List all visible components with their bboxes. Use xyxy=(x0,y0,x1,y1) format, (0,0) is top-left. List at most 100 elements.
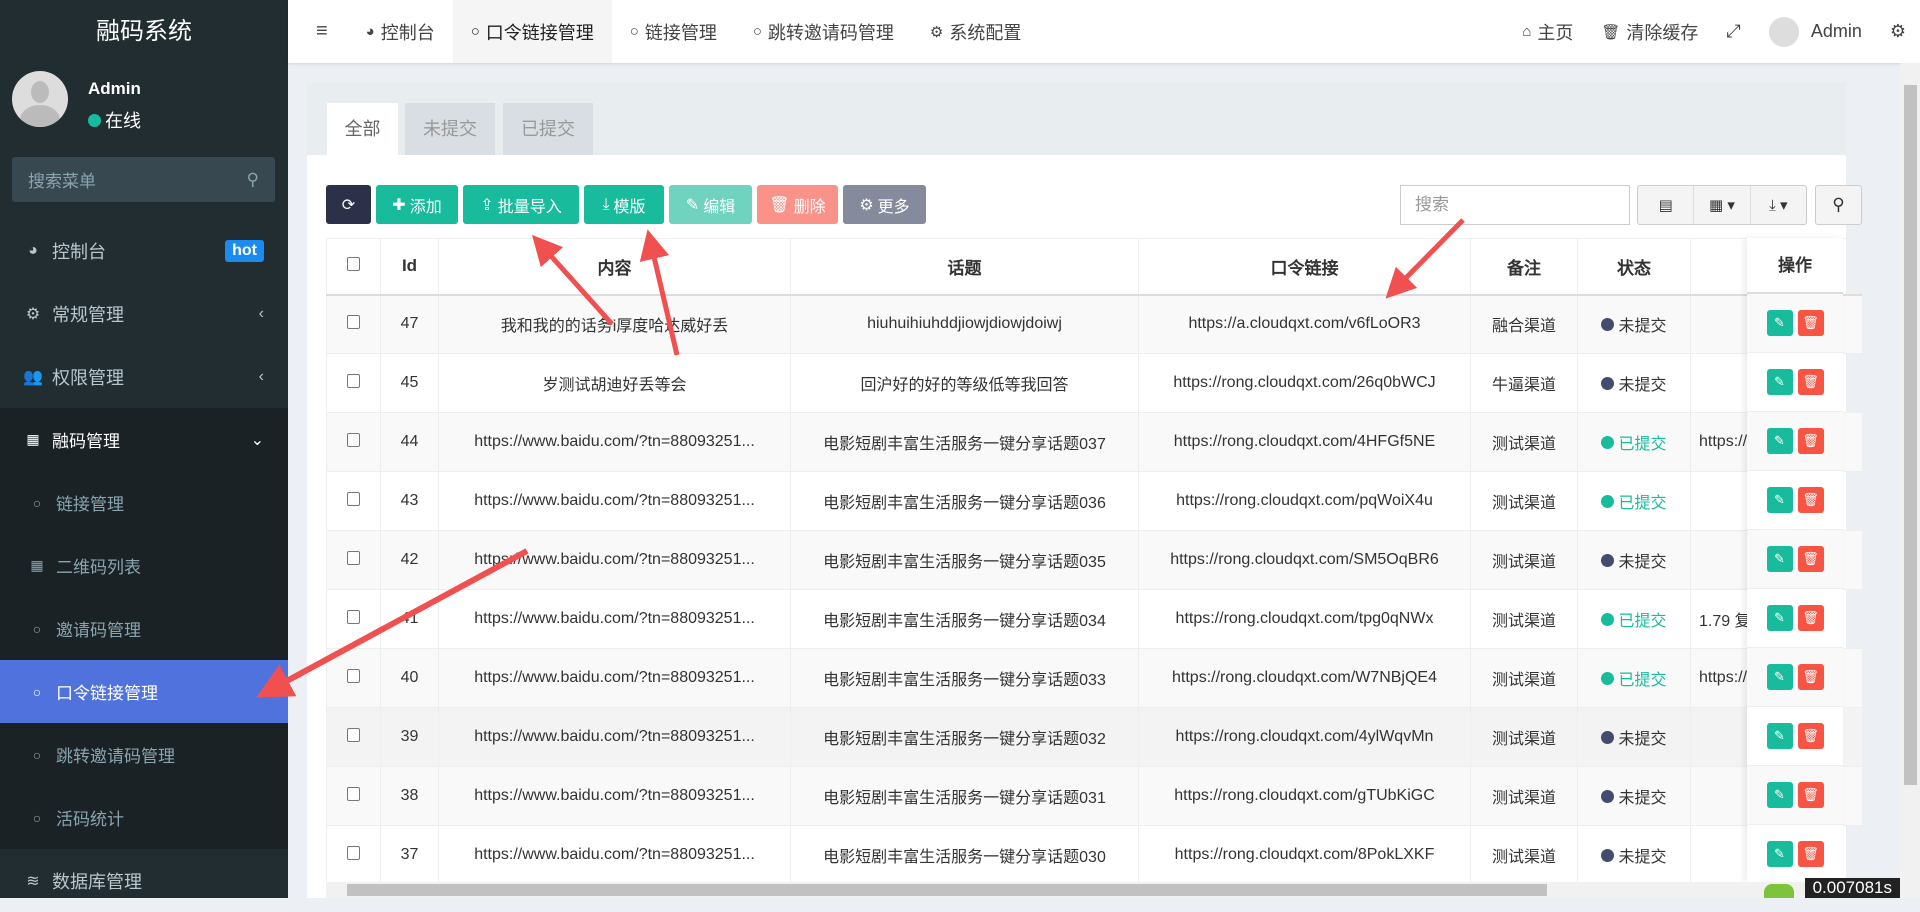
row-delete-button[interactable]: 🗑 xyxy=(1797,782,1824,808)
tab-unsubmitted[interactable]: 未提交 xyxy=(405,103,495,155)
table-row[interactable]: 45 岁测试胡迪好丢等会 回沪好的好的等级低等我回答 https://rong.clo… xyxy=(326,353,1862,413)
home-link[interactable]: ⌂ 主页 xyxy=(1508,0,1587,63)
sidebar-item-links[interactable]: ○ 链接管理 xyxy=(0,471,288,534)
sidebar-item-invite-codes[interactable]: ○ 邀请码管理 xyxy=(0,597,288,660)
row-edit-button[interactable]: ✎ xyxy=(1766,664,1793,690)
top-nav: ≡ ◕ 控制台 ○ 口令链接管理 ○ 链接管理 ○ 跳转邀请码管理 ⚙ 系统配置 ⌂ 主页 … xyxy=(288,0,1920,63)
sidebar-item-permissions[interactable]: 👥 权限管理 ‹ xyxy=(0,345,288,408)
row-checkbox[interactable] xyxy=(326,412,381,472)
template-button[interactable]: ⤓ 模版 xyxy=(584,185,664,224)
table-row[interactable]: 44 https://www.baidu.com/?tn=88093251... 电… xyxy=(326,412,1862,472)
cell-id: 38 xyxy=(380,766,439,826)
horizontal-scrollbar[interactable] xyxy=(326,882,1862,898)
batch-import-button[interactable]: ⇪ 批量导入 xyxy=(463,185,579,224)
menu-search-input[interactable]: 搜索菜单 ⚲ xyxy=(12,157,275,202)
row-edit-button[interactable]: ✎ xyxy=(1766,369,1793,395)
table-row[interactable]: 41 https://www.baidu.com/?tn=88093251... 电… xyxy=(326,589,1862,649)
clear-cache-button[interactable]: 🗑 清除缓存 xyxy=(1587,0,1712,63)
row-delete-button[interactable]: 🗑 xyxy=(1797,546,1824,572)
row-edit-button[interactable]: ✎ xyxy=(1766,310,1793,336)
table-row[interactable]: 37 https://www.baidu.com/?tn=88093251... 电… xyxy=(326,825,1862,882)
cell-id: 41 xyxy=(380,589,439,649)
row-edit-button[interactable]: ✎ xyxy=(1766,782,1793,808)
tab-redirect-invite[interactable]: ○ 跳转邀请码管理 xyxy=(735,0,912,63)
refresh-button[interactable]: ⟳ xyxy=(326,185,371,224)
table-row[interactable]: 43 https://www.baidu.com/?tn=88093251... 电… xyxy=(326,471,1862,531)
row-edit-button[interactable]: ✎ xyxy=(1766,546,1793,572)
row-edit-button[interactable]: ✎ xyxy=(1766,605,1793,631)
tab-links[interactable]: ○ 链接管理 xyxy=(612,0,735,63)
tab-label: 链接管理 xyxy=(644,22,717,43)
pencil-icon: ✎ xyxy=(685,196,700,214)
row-checkbox[interactable] xyxy=(326,648,381,708)
sidebar-item-label: 常规管理 xyxy=(52,304,124,325)
settings-gears-icon[interactable]: ⚙ xyxy=(1876,0,1920,63)
row-delete-button[interactable]: 🗑 xyxy=(1797,605,1824,631)
sidebar-item-live-code-stats[interactable]: ○ 活码统计 xyxy=(0,786,288,849)
row-delete-button[interactable]: 🗑 xyxy=(1797,487,1824,513)
table-row[interactable]: 47 我和我的的话务i厚度哈达威好丢 hiuhuihiuhddjiowjdiowjd… xyxy=(326,294,1862,354)
hot-badge: hot xyxy=(225,239,264,262)
toggle-view-icon[interactable]: ▤ xyxy=(1638,186,1695,224)
sidebar-item-redirect-invite[interactable]: ○ 跳转邀请码管理 xyxy=(0,723,288,786)
columns-dropdown-icon[interactable]: ▦ ▾ xyxy=(1694,186,1751,224)
status-label: 未提交 xyxy=(1618,790,1667,807)
user-menu[interactable]: Admin xyxy=(1755,0,1876,63)
table-search-input[interactable]: 搜索 xyxy=(1400,185,1630,225)
row-delete-button[interactable]: 🗑 xyxy=(1797,664,1824,690)
row-checkbox[interactable] xyxy=(326,530,381,590)
circle-icon: ○ xyxy=(32,620,42,637)
row-edit-button[interactable]: ✎ xyxy=(1766,723,1793,749)
status-dot-icon xyxy=(1601,494,1615,508)
tab-system-config[interactable]: ⚙ 系统配置 xyxy=(912,0,1039,63)
tab-dashboard[interactable]: ◕ 控制台 xyxy=(348,0,453,63)
row-checkbox[interactable] xyxy=(326,471,381,531)
status-label: 已提交 xyxy=(1618,436,1667,453)
export-dropdown-icon[interactable]: ⤓ ▾ xyxy=(1751,186,1806,224)
advanced-search-icon[interactable]: ⚲ xyxy=(1815,185,1862,225)
sidebar-item-command-links[interactable]: ○ 口令链接管理 xyxy=(0,660,288,723)
row-edit-button[interactable]: ✎ xyxy=(1766,841,1793,867)
cell-content: 岁测试胡迪好丢等会 xyxy=(438,353,791,413)
row-edit-button[interactable]: ✎ xyxy=(1766,428,1793,454)
cell-content: https://www.baidu.com/?tn=88093251... xyxy=(438,648,791,708)
row-checkbox[interactable] xyxy=(326,294,381,354)
row-delete-button[interactable]: 🗑 xyxy=(1797,369,1824,395)
trash-icon: 🗑 xyxy=(769,196,790,214)
row-checkbox[interactable] xyxy=(326,353,381,413)
tab-all[interactable]: 全部 xyxy=(327,103,398,155)
more-button[interactable]: ⚙ 更多 xyxy=(843,185,926,224)
add-button[interactable]: ✚ 添加 xyxy=(376,185,458,224)
edit-button[interactable]: ✎ 编辑 xyxy=(669,185,752,224)
sidebar-item-label: 融码管理 xyxy=(52,432,120,451)
tab-submitted[interactable]: 已提交 xyxy=(503,103,593,155)
row-checkbox[interactable] xyxy=(326,766,381,826)
table-row[interactable]: 38 https://www.baidu.com/?tn=88093251... 电… xyxy=(326,766,1862,826)
tab-command-links[interactable]: ○ 口令链接管理 xyxy=(452,0,612,63)
table-row[interactable]: 40 https://www.baidu.com/?tn=88093251... 电… xyxy=(326,648,1862,708)
sidebar-item-qrcodes[interactable]: ▦ 二维码列表 xyxy=(0,534,288,597)
select-all-checkbox[interactable] xyxy=(326,238,381,296)
row-checkbox[interactable] xyxy=(326,707,381,767)
row-delete-button[interactable]: 🗑 xyxy=(1797,428,1824,454)
vertical-scrollbar[interactable] xyxy=(1900,63,1920,898)
row-delete-button[interactable]: 🗑 xyxy=(1797,841,1824,867)
sidebar-item-general[interactable]: ⚙ 常规管理 ‹ xyxy=(0,282,288,345)
cell-link: https://rong.cloudqxt.com/26q0bWCJ xyxy=(1138,353,1471,413)
row-delete-button[interactable]: 🗑 xyxy=(1797,310,1824,336)
fullscreen-icon[interactable]: ⤢ xyxy=(1712,0,1754,63)
sidebar-item-rongma[interactable]: ▦ 融码管理 ⌄ xyxy=(0,408,288,471)
sidebar-item-database[interactable]: ≋ 数据库管理 xyxy=(0,849,288,912)
sidebar-item-dashboard[interactable]: ◕ 控制台 hot xyxy=(0,219,288,282)
table-row[interactable]: 42 https://www.baidu.com/?tn=88093251... 电… xyxy=(326,530,1862,590)
cell-link: https://rong.cloudqxt.com/W7NBjQE4 xyxy=(1138,648,1471,708)
template-label: 模版 xyxy=(613,198,646,216)
table-row[interactable]: 39 https://www.baidu.com/?tn=88093251... 电… xyxy=(326,707,1862,767)
row-checkbox[interactable] xyxy=(326,825,381,882)
header-id[interactable]: Id xyxy=(380,238,439,296)
row-delete-button[interactable]: 🗑 xyxy=(1797,723,1824,749)
menu-toggle-icon[interactable]: ≡ xyxy=(288,0,348,63)
row-edit-button[interactable]: ✎ xyxy=(1766,487,1793,513)
row-checkbox[interactable] xyxy=(326,589,381,649)
delete-button[interactable]: 🗑 删除 xyxy=(757,185,838,224)
